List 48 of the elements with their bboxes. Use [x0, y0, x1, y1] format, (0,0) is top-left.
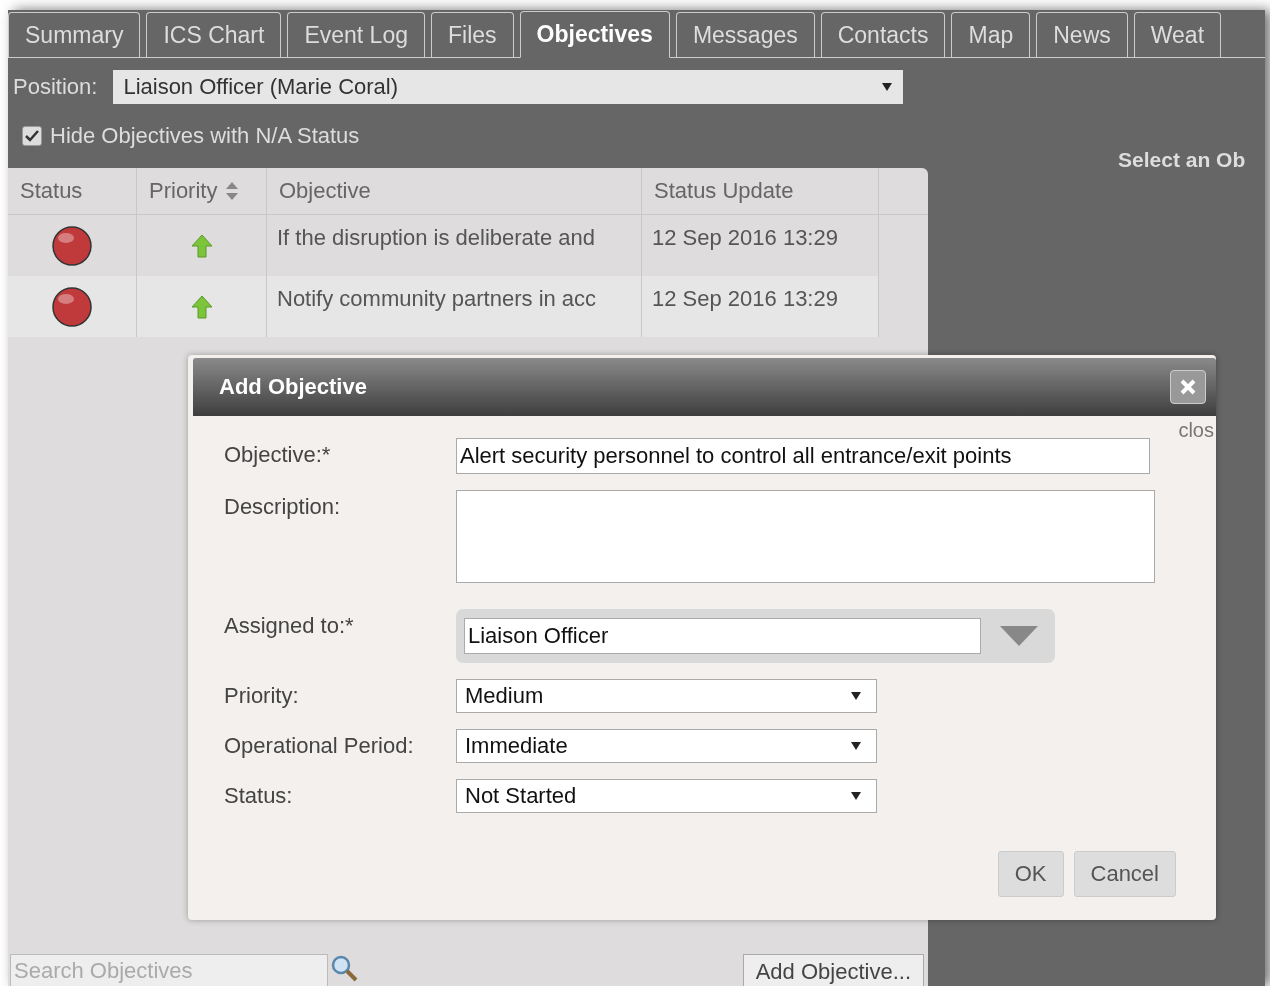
search-field[interactable]: Search Objectives	[10, 954, 328, 986]
objective-text: If the disruption is deliberate and	[277, 225, 595, 251]
checkbox[interactable]	[22, 126, 42, 146]
tab[interactable]: Weat	[1133, 12, 1222, 57]
field-label: Priority:	[224, 682, 300, 709]
status-ball-icon	[52, 286, 92, 327]
caret-icon	[881, 82, 894, 92]
dialog-title: Add Objective	[219, 374, 367, 400]
field-label: Status:	[224, 782, 294, 809]
tab[interactable]: Map	[951, 12, 1031, 57]
field-label: Assigned to:*	[224, 612, 355, 639]
close-icon[interactable]	[1179, 378, 1197, 396]
close-label: clos	[1178, 419, 1214, 442]
sort-icon[interactable]	[225, 181, 240, 201]
dialog-button[interactable]: Cancel	[1073, 851, 1176, 897]
tab[interactable]: Files	[431, 12, 514, 57]
objective-text: Notify community partners in acc	[277, 286, 597, 312]
tab[interactable]: Summary	[8, 12, 141, 57]
objective-input[interactable]: Alert security personnel to control all entrance/exit points	[456, 438, 1150, 474]
select-field[interactable]: Not Started	[456, 779, 877, 813]
tab[interactable]: News	[1036, 12, 1128, 57]
status-update-date: 12 Sep 2016 13:29	[652, 286, 838, 312]
search-icon[interactable]	[330, 954, 358, 982]
tab[interactable]: Messages	[675, 12, 815, 57]
close-button[interactable]	[1170, 370, 1206, 404]
caret-icon	[850, 691, 862, 701]
position-select[interactable]: Liaison Officer (Marie Coral)	[113, 70, 904, 104]
position-label: Position:	[13, 74, 98, 100]
caret-icon	[850, 791, 862, 801]
dropdown-icon[interactable]	[999, 625, 1039, 647]
description-input[interactable]	[456, 490, 1155, 583]
tab[interactable]: Objectives	[519, 11, 670, 58]
tab[interactable]: Contacts	[820, 12, 946, 57]
field-label: Objective:*	[224, 441, 332, 468]
assigned-combo[interactable]: Liaison Officer	[456, 609, 1055, 663]
checkbox-label: Hide Objectives with N/A Status	[50, 123, 360, 149]
select-field[interactable]: Immediate	[456, 729, 877, 763]
field-label: Operational Period:	[224, 732, 415, 759]
status-ball-icon	[52, 225, 92, 266]
add-objective-button[interactable]: Add Objective...	[742, 954, 924, 986]
caret-icon	[850, 741, 862, 751]
status-update-date: 12 Sep 2016 13:29	[652, 225, 838, 251]
select-field[interactable]: Medium	[456, 679, 877, 713]
dialog-button[interactable]: OK	[997, 851, 1064, 897]
field-label: Description:	[224, 493, 342, 520]
tab[interactable]: ICS Chart	[146, 12, 282, 57]
tab[interactable]: Event Log	[287, 12, 425, 57]
detail-hint: Select an Ob	[1118, 148, 1246, 171]
